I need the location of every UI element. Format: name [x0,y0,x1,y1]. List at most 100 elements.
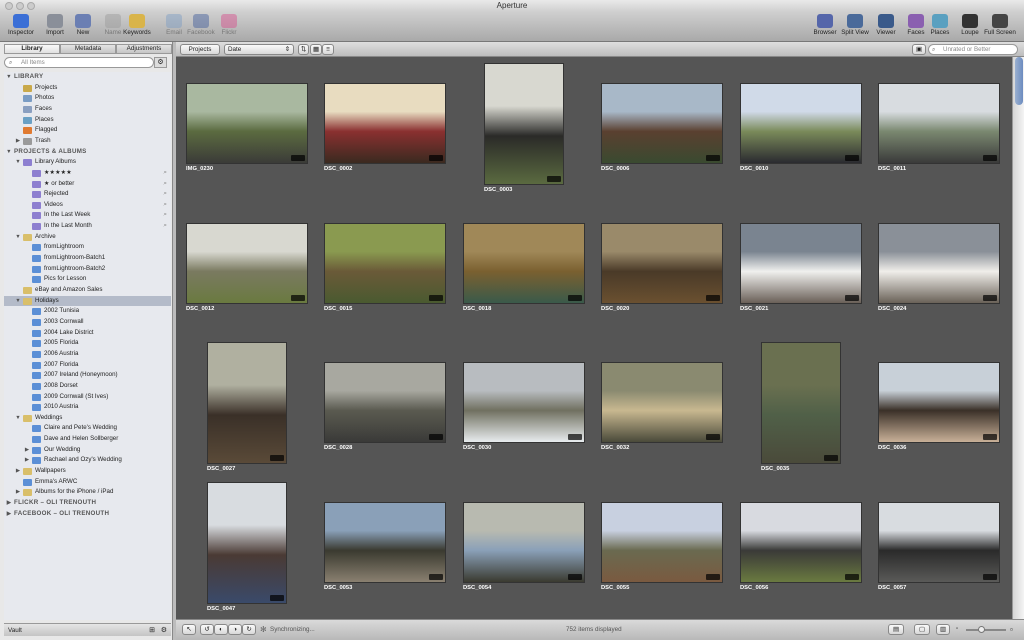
library-search-field[interactable]: ⌕ All Items [4,57,154,68]
library-item[interactable]: ▼ Weddings [4,413,171,424]
rating-filter-search[interactable]: ⌕ Unrated or Better [928,44,1018,55]
library-item[interactable]: Videos ⌕ [4,200,171,211]
library-item[interactable]: Faces [4,104,171,115]
tab-metadata[interactable]: Metadata [60,44,116,54]
photo-thumbnail[interactable]: IMG_0230 [186,83,308,176]
photo-thumbnail[interactable]: DSC_0055 [601,502,723,595]
photo-thumbnail[interactable]: DSC_0003 [484,62,564,197]
disclosure-open-icon[interactable]: ▼ [14,232,22,243]
grid-view-icon[interactable]: ▦ [310,44,322,55]
photo-thumbnail[interactable]: DSC_0035 [761,341,841,476]
library-item[interactable]: Rejected ⌕ [4,189,171,200]
library-item[interactable]: ▶ Our Wedding [4,445,171,456]
photo-thumbnail[interactable]: DSC_0002 [324,83,446,176]
library-item[interactable]: 2006 Austria [4,349,171,360]
filter-hud-icon[interactable]: ▣ [912,44,926,55]
stamp-tool-icon[interactable]: ◑ [228,624,242,635]
disclosure-closed-icon[interactable]: ▶ [14,487,22,498]
photo-thumbnail[interactable]: DSC_0057 [878,502,1000,595]
disclosure-open-icon[interactable]: ▼ [14,296,22,307]
library-item[interactable]: eBay and Amazon Sales [4,285,171,296]
viewer-mode-icon[interactable]: ▢ [914,624,930,635]
photo-thumbnail[interactable]: DSC_0028 [324,362,446,455]
library-item[interactable]: 2009 Cornwall (St Ives) [4,392,171,403]
library-item[interactable]: Emma's ARWC [4,477,171,488]
filmstrip-icon[interactable]: ▥ [936,624,950,635]
smart-settings-icon[interactable]: ⌕ [163,189,167,200]
photo-thumbnail[interactable]: DSC_0018 [463,223,585,316]
disclosure-closed-icon[interactable]: ▶ [14,136,22,147]
photo-thumbnail[interactable]: DSC_0010 [740,83,862,176]
library-item[interactable]: Places [4,115,171,126]
disclosure-open-icon[interactable]: ▼ [5,72,13,83]
smart-settings-icon[interactable]: ⌕ [163,210,167,221]
library-item[interactable]: In the Last Month ⌕ [4,221,171,232]
library-item[interactable]: fromLightroom-Batch2 [4,264,171,275]
tab-library[interactable]: Library [4,44,60,54]
library-item[interactable]: Projects [4,83,171,94]
library-item[interactable]: ▼ Holidays [4,295,171,307]
lift-tool-icon[interactable]: ◐ [214,624,228,635]
section-header[interactable]: ▶ FACEBOOK – OLI TRENOUTH [4,509,171,520]
smart-settings-icon[interactable]: ⌕ [163,221,167,232]
list-view-icon[interactable]: ≡ [322,44,334,55]
tab-adjustments[interactable]: Adjustments [116,44,172,54]
library-item[interactable]: 2005 Florida [4,338,171,349]
library-item[interactable]: ▶ Wallpapers [4,466,171,477]
section-header[interactable]: ▶ FLICKR – OLI TRENOUTH [4,498,171,509]
library-item[interactable]: ★ or better ⌕ [4,179,171,190]
library-item[interactable]: 2004 Lake District [4,328,171,339]
library-item[interactable]: Claire and Pete's Wedding [4,423,171,434]
smart-settings-icon[interactable]: ⌕ [163,168,167,179]
library-item[interactable]: Photos [4,93,171,104]
library-item[interactable]: 2003 Cornwall [4,317,171,328]
library-item[interactable]: 2008 Dorset [4,381,171,392]
library-item[interactable]: 2002 Tunisia [4,306,171,317]
photo-thumbnail[interactable]: DSC_0011 [878,83,1000,176]
thumbnail-size-slider[interactable] [966,626,1006,633]
photo-thumbnail[interactable]: DSC_0053 [324,502,446,595]
library-item[interactable]: In the Last Week ⌕ [4,210,171,221]
browser-scrollbar[interactable] [1012,57,1024,619]
rotate-left-icon[interactable]: ↺ [200,624,214,635]
select-tool-icon[interactable]: ↖ [182,624,196,635]
disclosure-closed-icon[interactable]: ▶ [5,509,13,520]
library-item[interactable]: ▼ Library Albums [4,157,171,168]
library-item[interactable]: Dave and Helen Sollberger [4,434,171,445]
full-screen-button[interactable]: Full Screen [982,14,1018,41]
smart-settings-icon[interactable]: ⌕ [163,179,167,190]
section-header[interactable]: ▼ PROJECTS & ALBUMS [4,147,171,158]
disclosure-closed-icon[interactable]: ▶ [5,498,13,509]
photo-thumbnail[interactable]: DSC_0012 [186,223,308,316]
disclosure-open-icon[interactable]: ▼ [5,147,13,158]
close-window-icon[interactable] [5,2,13,10]
vault-add-icon[interactable]: ⊞ [149,624,155,637]
sort-direction-button[interactable]: ⇅ [298,44,309,55]
photo-thumbnail[interactable]: DSC_0047 [207,481,287,616]
photo-thumbnail[interactable]: DSC_0030 [463,362,585,455]
library-item[interactable]: ▶ Albums for the iPhone / iPad [4,487,171,498]
flickr-button[interactable]: Flickr [210,14,248,41]
photo-thumbnail[interactable]: DSC_0054 [463,502,585,595]
library-item[interactable]: 2010 Austria [4,402,171,413]
photo-thumbnail[interactable]: DSC_0027 [207,341,287,476]
photo-thumbnail[interactable]: DSC_0015 [324,223,446,316]
photo-thumbnail[interactable]: DSC_0036 [878,362,1000,455]
projects-button[interactable]: Projects [180,44,220,55]
disclosure-closed-icon[interactable]: ▶ [23,445,31,456]
thumbnail-size-knob[interactable] [978,626,985,633]
disclosure-open-icon[interactable]: ▼ [14,413,22,424]
keywords-button[interactable]: Keywords [118,14,156,41]
photo-thumbnail[interactable]: DSC_0056 [740,502,862,595]
library-item[interactable]: ▶ Trash [4,136,171,147]
photo-thumbnail[interactable]: DSC_0021 [740,223,862,316]
smart-settings-icon[interactable]: ⌕ [163,200,167,211]
photo-thumbnail[interactable]: DSC_0020 [601,223,723,316]
disclosure-closed-icon[interactable]: ▶ [14,466,22,477]
hud-toggle-icon[interactable]: ▤ [888,624,904,635]
photo-thumbnail[interactable]: DSC_0032 [601,362,723,455]
disclosure-open-icon[interactable]: ▼ [14,157,22,168]
library-item[interactable]: Pics for Lesson [4,274,171,285]
photo-thumbnail[interactable]: DSC_0024 [878,223,1000,316]
vault-gear-icon[interactable]: ⚙ [161,624,167,637]
